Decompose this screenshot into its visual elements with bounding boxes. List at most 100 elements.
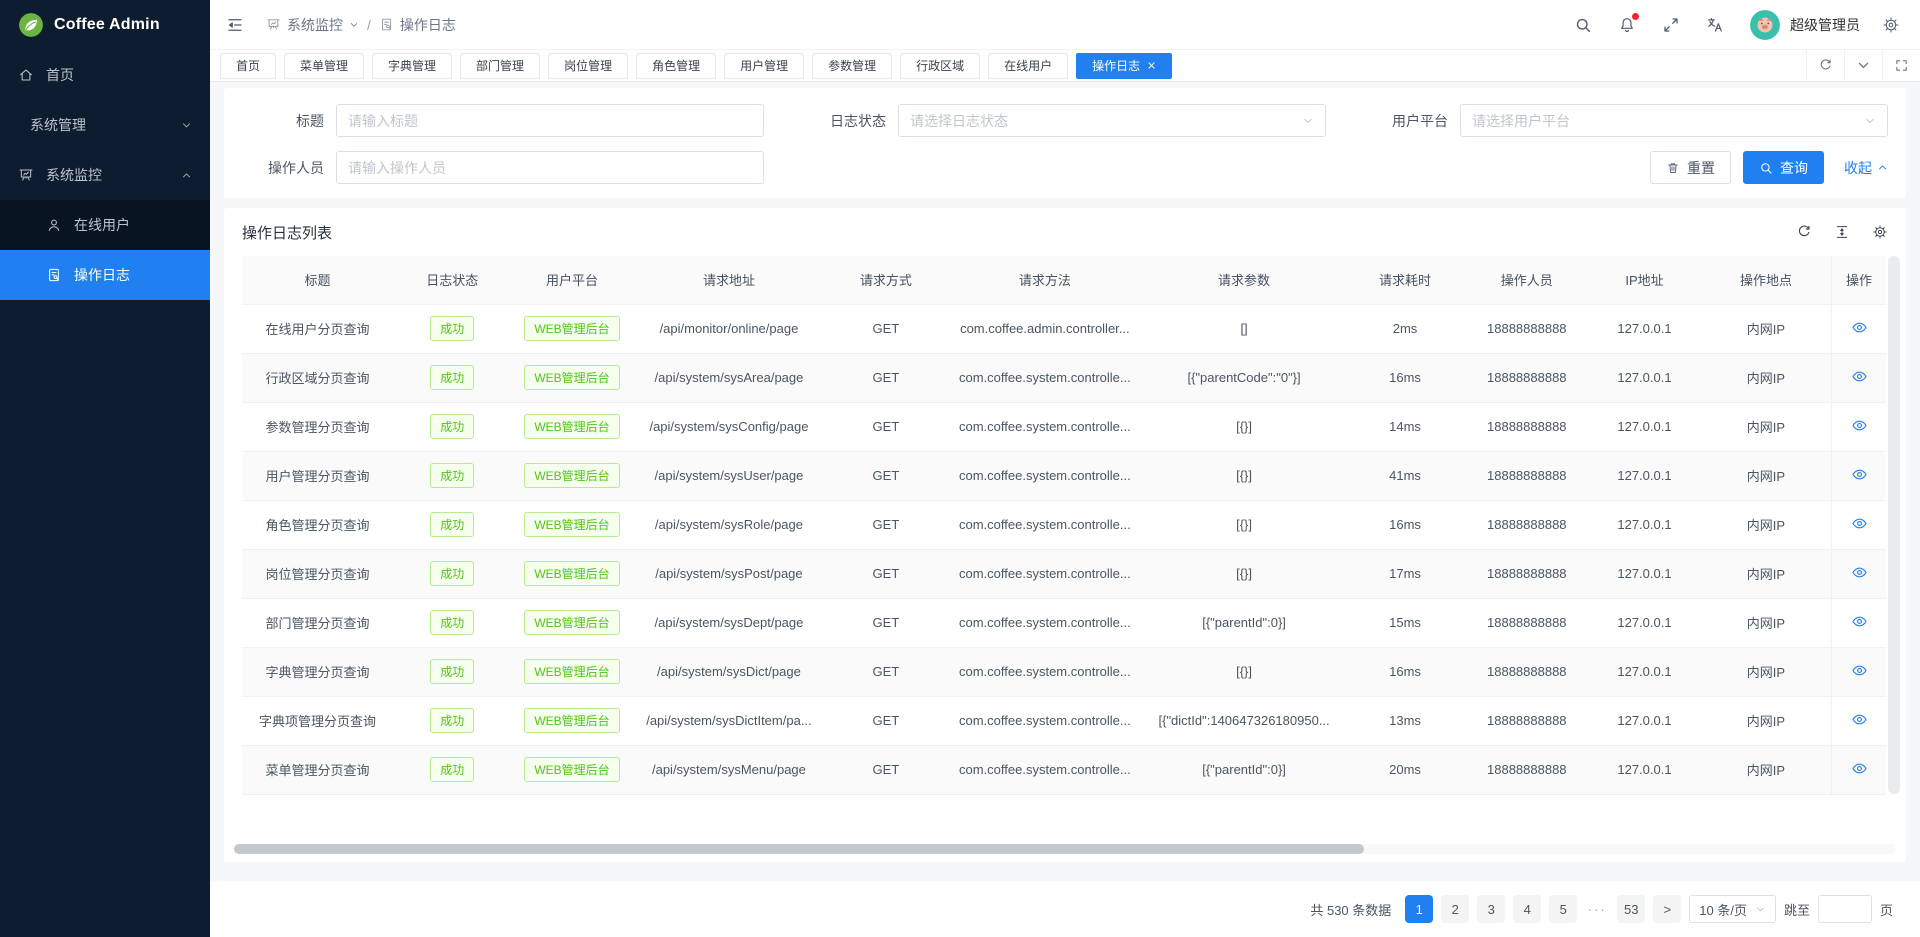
table-row: 用户管理分页查询成功WEB管理后台/api/system/sysUser/pag… — [242, 451, 1886, 500]
cell-params: [{}] — [1143, 402, 1344, 451]
page-button-53[interactable]: 53 — [1617, 895, 1645, 923]
column-header: 操作 — [1832, 256, 1886, 304]
cell-status: 成功 — [393, 647, 512, 696]
refresh-tab-icon[interactable] — [1806, 50, 1844, 81]
search-icon[interactable] — [1574, 16, 1592, 34]
view-detail-icon[interactable] — [1851, 613, 1868, 630]
view-detail-icon[interactable] — [1851, 760, 1868, 777]
breadcrumb-parent[interactable]: 系统监控 — [266, 15, 359, 35]
page-button-1[interactable]: 1 — [1405, 895, 1433, 923]
tab-字典管理[interactable]: 字典管理 — [372, 53, 452, 79]
filter-panel: 标题 日志状态 请选择日志状态 用户平台 请选择用户平台 — [224, 88, 1906, 198]
cell-url: /api/system/sysPost/page — [632, 549, 825, 598]
tab-label: 菜单管理 — [300, 57, 348, 74]
topbar: 系统监控 / 操作日志 超级管理员 — [210, 0, 1920, 50]
cell-operator: 18888888888 — [1465, 647, 1588, 696]
cell-url: /api/system/sysUser/page — [632, 451, 825, 500]
density-icon[interactable] — [1834, 224, 1850, 240]
tab-部门管理[interactable]: 部门管理 — [460, 53, 540, 79]
tab-在线用户[interactable]: 在线用户 — [988, 53, 1068, 79]
chevron-up-icon — [181, 170, 192, 181]
status-badge: 成功 — [430, 708, 474, 733]
page-size-select[interactable]: 10 条/页 — [1689, 895, 1776, 923]
content: 标题 日志状态 请选择日志状态 用户平台 请选择用户平台 — [210, 82, 1920, 937]
cell-platform: WEB管理后台 — [512, 353, 633, 402]
tab-行政区域[interactable]: 行政区域 — [900, 53, 980, 79]
sidebar-item-首页[interactable]: 首页 — [0, 50, 210, 100]
platform-select[interactable]: 请选择用户平台 — [1460, 104, 1888, 137]
collapse-sidebar-icon[interactable] — [226, 16, 244, 34]
breadcrumb-separator: / — [367, 17, 371, 33]
title-input[interactable] — [336, 104, 764, 137]
sidebar-subitem-在线用户[interactable]: 在线用户 — [0, 200, 210, 250]
status-select[interactable]: 请选择日志状态 — [898, 104, 1326, 137]
sidebar-item-系统管理[interactable]: 系统管理 — [0, 100, 210, 150]
jump-page-input[interactable] — [1818, 895, 1872, 923]
view-detail-icon[interactable] — [1851, 466, 1868, 483]
status-badge: 成功 — [430, 414, 474, 439]
refresh-table-icon[interactable] — [1796, 224, 1812, 240]
cell-platform: WEB管理后台 — [512, 451, 633, 500]
cell-params: [{"parentId":0}] — [1143, 598, 1344, 647]
operator-input[interactable] — [336, 151, 764, 184]
cell-status: 成功 — [393, 549, 512, 598]
fullscreen-icon[interactable] — [1662, 16, 1680, 34]
tab-menu-chevron-icon[interactable] — [1844, 50, 1882, 81]
status-badge: 成功 — [430, 561, 474, 586]
view-detail-icon[interactable] — [1851, 711, 1868, 728]
view-detail-icon[interactable] — [1851, 368, 1868, 385]
cell-operator: 18888888888 — [1465, 696, 1588, 745]
cell-location: 内网IP — [1701, 598, 1832, 647]
column-settings-icon[interactable] — [1872, 224, 1888, 240]
log-table: 标题日志状态用户平台请求地址请求方式请求方法请求参数请求耗时操作人员IP地址操作… — [242, 256, 1886, 795]
avatar — [1750, 10, 1780, 40]
page-button-4[interactable]: 4 — [1513, 895, 1541, 923]
view-detail-icon[interactable] — [1851, 515, 1868, 532]
page-button-5[interactable]: 5 — [1549, 895, 1577, 923]
settings-gear-icon[interactable] — [1882, 16, 1900, 34]
column-header: 请求方式 — [826, 256, 947, 304]
table-header-row: 标题日志状态用户平台请求地址请求方式请求方法请求参数请求耗时操作人员IP地址操作… — [242, 256, 1886, 304]
cell-status: 成功 — [393, 451, 512, 500]
view-detail-icon[interactable] — [1851, 319, 1868, 336]
tab-操作日志[interactable]: 操作日志 — [1076, 53, 1172, 79]
column-header: 请求耗时 — [1345, 256, 1466, 304]
cell-platform: WEB管理后台 — [512, 500, 633, 549]
username: 超级管理员 — [1790, 15, 1860, 35]
column-header: 操作地点 — [1701, 256, 1832, 304]
tab-菜单管理[interactable]: 菜单管理 — [284, 53, 364, 79]
notification-bell-icon[interactable] — [1618, 16, 1636, 34]
maximize-icon[interactable] — [1882, 50, 1920, 81]
tab-参数管理[interactable]: 参数管理 — [812, 53, 892, 79]
view-detail-icon[interactable] — [1851, 662, 1868, 679]
sidebar-item-系统监控[interactable]: 系统监控 — [0, 150, 210, 200]
reset-button[interactable]: 重置 — [1650, 151, 1731, 184]
translate-icon[interactable] — [1706, 16, 1724, 34]
breadcrumb-current[interactable]: 操作日志 — [379, 15, 456, 35]
cell-action — [1832, 549, 1886, 598]
sidebar-subitem-操作日志[interactable]: 操作日志 — [0, 250, 210, 300]
page-button-3[interactable]: 3 — [1477, 895, 1505, 923]
cell-status: 成功 — [393, 402, 512, 451]
tab-岗位管理[interactable]: 岗位管理 — [548, 53, 628, 79]
pagination-bar: 共 530 条数据 12345···53 > 10 条/页 跳至 页 — [210, 881, 1920, 937]
tab-首页[interactable]: 首页 — [220, 53, 276, 79]
pagination-ellipsis[interactable]: ··· — [1585, 902, 1609, 917]
horizontal-scrollbar-thumb[interactable] — [234, 844, 1364, 854]
view-detail-icon[interactable] — [1851, 564, 1868, 581]
chevron-down-icon — [1755, 904, 1766, 915]
vertical-scrollbar[interactable] — [1888, 256, 1900, 794]
view-detail-icon[interactable] — [1851, 417, 1868, 434]
close-icon[interactable] — [1147, 61, 1156, 70]
cell-ip: 127.0.0.1 — [1588, 353, 1701, 402]
tab-label: 岗位管理 — [564, 57, 612, 74]
tab-角色管理[interactable]: 角色管理 — [636, 53, 716, 79]
chevron-up-icon — [1877, 162, 1888, 173]
search-button[interactable]: 查询 — [1743, 151, 1824, 184]
page-button-2[interactable]: 2 — [1441, 895, 1469, 923]
user-menu[interactable]: 超级管理员 — [1750, 10, 1860, 40]
cell-method: GET — [826, 598, 947, 647]
tab-用户管理[interactable]: 用户管理 — [724, 53, 804, 79]
collapse-filter-link[interactable]: 收起 — [1844, 158, 1888, 178]
next-page-button[interactable]: > — [1653, 895, 1681, 923]
